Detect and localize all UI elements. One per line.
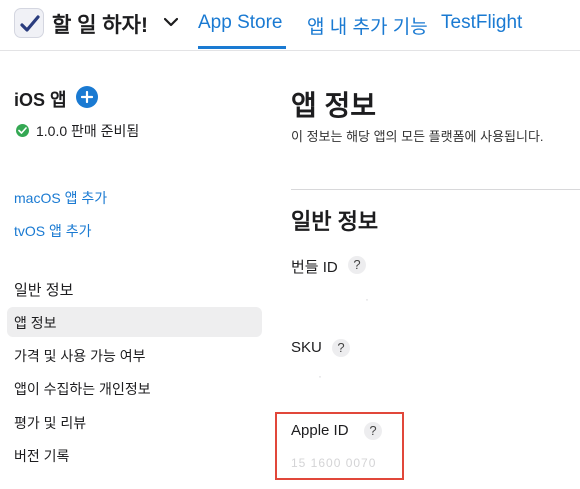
app-name-selector[interactable]: 할 일 하자! (52, 9, 148, 39)
sku-help-icon[interactable]: ? (332, 339, 350, 357)
app-checkmark-icon[interactable] (14, 8, 44, 38)
active-tab-indicator (198, 46, 286, 49)
sidebar-item-app-info-label[interactable]: 앱 정보 (14, 313, 57, 333)
add-macos-app-link[interactable]: macOS 앱 추가 (14, 188, 107, 208)
top-nav-bar: 할 일 하자! App Store 앱 내 추가 기능 TestFlight (0, 0, 580, 51)
tab-in-app-purchases[interactable]: 앱 내 추가 기능 (307, 12, 428, 39)
add-version-plus-icon[interactable] (76, 86, 98, 108)
section-title: 일반 정보 (291, 209, 379, 234)
apple-id-highlight-box (275, 412, 404, 480)
sidebar-item-pricing[interactable]: 가격 및 사용 가능 여부 (14, 346, 145, 366)
sidebar-item-ratings-reviews[interactable]: 평가 및 리뷰 (14, 413, 86, 433)
status-check-icon (16, 124, 29, 137)
sidebar-item-version-history[interactable]: 버전 기록 (14, 446, 69, 466)
sidebar-section-title: 일반 정보 (14, 282, 74, 299)
bundle-id-help-icon[interactable]: ? (348, 256, 366, 274)
bundle-id-value: · (365, 292, 370, 306)
bundle-id-label: 번들 ID (291, 259, 338, 276)
chevron-down-icon[interactable] (163, 14, 179, 32)
sidebar-item-privacy[interactable]: 앱이 수집하는 개인정보 (14, 379, 151, 399)
sidebar-platform-label: iOS 앱 (14, 90, 67, 110)
page-description: 이 정보는 해당 앱의 모든 플랫폼에 사용됩니다. (291, 129, 544, 144)
page-title: 앱 정보 (291, 90, 377, 121)
sidebar-version-status[interactable]: 1.0.0 판매 준비됨 (36, 121, 139, 141)
tab-app-store[interactable]: App Store (198, 12, 283, 34)
section-divider (291, 189, 580, 190)
add-tvos-app-link[interactable]: tvOS 앱 추가 (14, 221, 92, 241)
tab-testflight[interactable]: TestFlight (441, 12, 522, 34)
sku-value: · (318, 369, 323, 383)
sku-label: SKU (291, 339, 322, 356)
